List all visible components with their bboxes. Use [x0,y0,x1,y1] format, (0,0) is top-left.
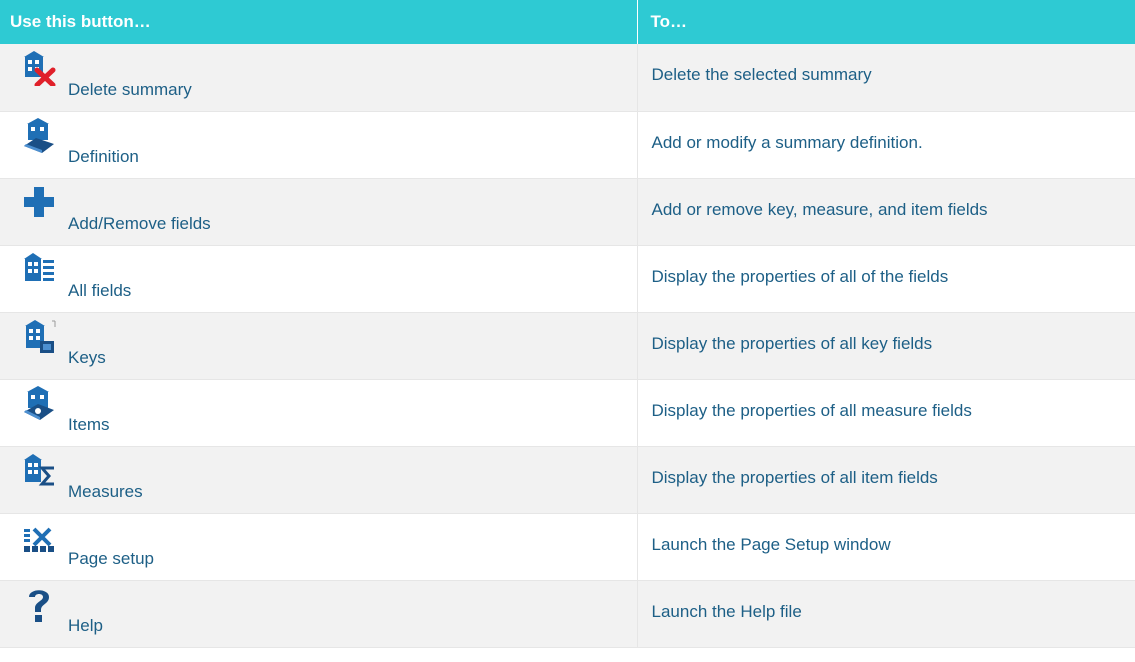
page-setup-icon [22,518,56,556]
button-cell: Page setup [0,513,637,581]
action-cell: Add or modify a summary definition. [636,111,1135,179]
table-row: Add/Remove fields Add or remove key, mea… [0,178,1135,246]
header-button-column: Use this button… [0,0,637,44]
button-label: All fields [68,280,132,300]
button-cell: Keys [0,312,637,380]
delete-summary-icon [22,48,56,86]
table-row: All fields Display the properties of all… [0,245,1135,313]
help-icon [22,585,56,623]
table-row: Delete summary Delete the selected summa… [0,44,1135,112]
keys-icon [22,317,56,355]
table-row: Keys Display the properties of all key f… [0,312,1135,380]
action-cell: Display the properties of all key fields [636,312,1135,380]
button-cell: Help [0,580,637,648]
plus-icon [22,183,56,221]
action-cell: Add or remove key, measure, and item fie… [636,178,1135,246]
measures-icon [22,451,56,489]
action-cell: Display the properties of all measure fi… [636,379,1135,447]
button-cell: Definition [0,111,637,179]
table-row: Definition Add or modify a summary defin… [0,111,1135,179]
button-cell: All fields [0,245,637,313]
button-cell: Items [0,379,637,447]
action-cell: Display the properties of all item field… [636,446,1135,514]
button-label: Add/Remove fields [68,213,211,233]
action-cell: Delete the selected summary [636,44,1135,112]
button-cell: Add/Remove fields [0,178,637,246]
definition-icon [22,116,56,154]
items-icon [22,384,56,422]
button-label: Keys [68,347,106,367]
button-label: Measures [68,481,143,501]
button-cell: Delete summary [0,44,637,112]
button-label: Page setup [68,548,155,568]
button-label: Help [68,615,103,635]
button-reference-table: Use this button… To… Delete summary Dele… [0,0,1135,648]
header-action-column: To… [636,0,1135,44]
button-label: Delete summary [68,79,192,99]
button-label: Definition [68,146,139,166]
table-row: Page setup Launch the Page Setup window [0,513,1135,581]
table-row: Help Launch the Help file [0,580,1135,648]
action-cell: Display the properties of all of the fie… [636,245,1135,313]
action-cell: Launch the Help file [636,580,1135,648]
header-row: Use this button… To… [0,0,1135,44]
table-row: Measures Display the properties of all i… [0,446,1135,514]
button-cell: Measures [0,446,637,514]
action-cell: Launch the Page Setup window [636,513,1135,581]
table-row: Items Display the properties of all meas… [0,379,1135,447]
all-fields-icon [22,250,56,288]
button-label: Items [68,414,110,434]
